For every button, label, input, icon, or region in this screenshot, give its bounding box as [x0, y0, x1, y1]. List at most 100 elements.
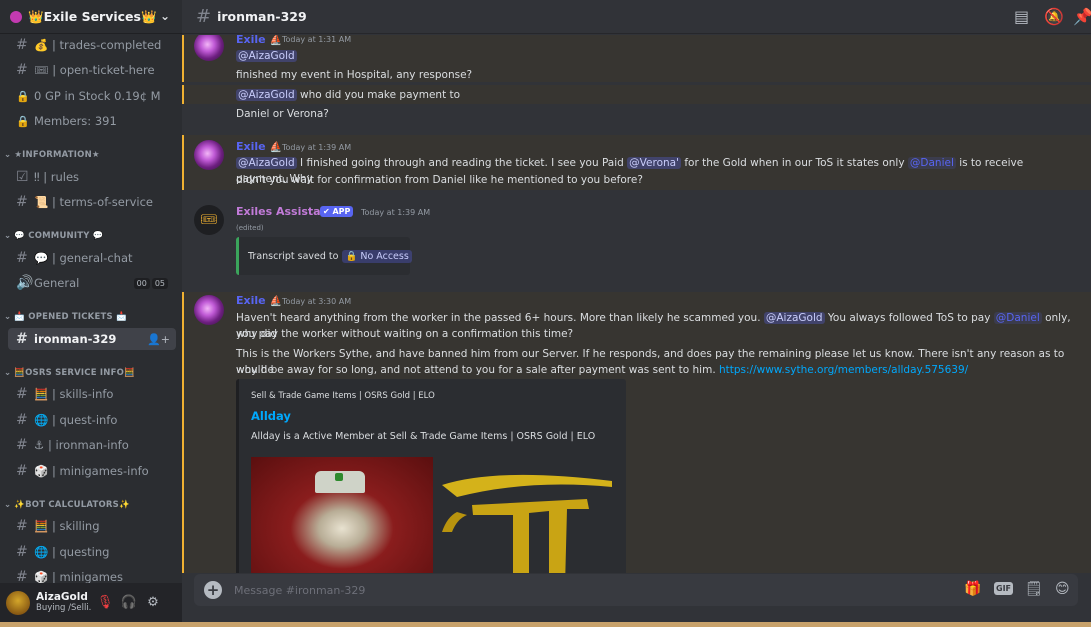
category-osrs-service-info[interactable]: ⌄ 🧮OSRS SERVICE INFO🧮	[4, 368, 135, 378]
channel-open-ticket-here[interactable]: # 🎟 | open-ticket-here	[8, 59, 176, 81]
lock-icon: 🔒	[16, 114, 30, 128]
user-mention[interactable]: @AizaGold	[236, 89, 297, 101]
caret-down-icon: ⌄	[4, 368, 12, 378]
pin-icon[interactable]: 📌	[1073, 7, 1091, 26]
message-list: Exile ⛵ Today at 1:31 AM @AizaGold finish…	[182, 35, 1091, 573]
avatar[interactable]	[194, 295, 224, 325]
channel-terms-of-service[interactable]: # 📜 | terms-of-service	[8, 191, 176, 213]
app-badge: ✔ APP	[320, 206, 354, 217]
channel-members[interactable]: 🔒 Members: 391	[8, 110, 176, 132]
taskbar-strip	[0, 622, 1091, 627]
avatar[interactable]: 🎟	[194, 205, 224, 235]
channel-skills-info[interactable]: # 🧮 | skills-info	[8, 383, 176, 405]
link-embed: Sell & Trade Game Items | OSRS Gold | EL…	[236, 379, 626, 573]
channel-sidebar: 👑Exile Services👑 ⌄ # 💰 | trades-completed…	[0, 0, 182, 622]
category-opened-tickets[interactable]: ⌄ 📩 OPENED TICKETS 📩	[4, 312, 127, 322]
embed-avatar-image[interactable]	[251, 457, 433, 573]
channel-minigames-info[interactable]: # 🎲 | minigames-info	[8, 460, 176, 482]
threads-icon[interactable]: ▤	[1014, 7, 1029, 26]
caret-down-icon: ⌄	[4, 231, 12, 241]
message-content: you pay the worker without waiting on a …	[236, 328, 574, 340]
sythe-link[interactable]: https://www.sythe.org/members/allday.575…	[719, 364, 968, 376]
speaker-icon: 🔊	[16, 275, 34, 291]
hash-icon: #	[16, 194, 28, 210]
badge-icon: ⛵	[269, 35, 283, 46]
server-header[interactable]: 👑Exile Services👑 ⌄	[0, 0, 182, 34]
message-author[interactable]: Exile ⛵	[236, 35, 282, 46]
user-mention[interactable]: @AizaGold	[236, 50, 297, 62]
hash-icon: #	[16, 518, 28, 534]
user-status: Buying /Selli...	[36, 602, 92, 613]
channel-ironman-329[interactable]: # ironman-329 👤+	[8, 328, 176, 350]
badge-icon: ⛵	[269, 296, 283, 307]
category-bot-calculators[interactable]: ⌄ ✨BOT CALCULATORS✨	[4, 500, 130, 510]
discord-window: 👑Exile Services👑 ⌄ # 💰 | trades-completed…	[0, 0, 1091, 627]
gift-icon[interactable]: 🎁	[964, 581, 981, 597]
category-community[interactable]: ⌄ 💬 COMMUNITY 💬	[4, 231, 104, 241]
hash-icon: #	[16, 386, 28, 402]
hash-icon: #	[16, 544, 28, 560]
channel-trades-completed[interactable]: # 💰 | trades-completed	[8, 34, 176, 56]
rules-icon: ☑	[16, 169, 29, 185]
message-content: @AizaGold who did you make payment to	[236, 89, 461, 101]
caret-down-icon: ⌄	[4, 312, 12, 322]
username: AizaGold	[36, 591, 88, 603]
hash-icon: #	[16, 412, 28, 428]
message-content: @AizaGold	[236, 48, 1076, 64]
gem-shape	[335, 473, 343, 481]
message-content: Daniel or Verona?	[236, 108, 329, 120]
caret-down-icon: ⌄	[4, 500, 12, 510]
message-input-placeholder[interactable]: Message #ironman-329	[234, 584, 365, 597]
badge-icon: ⛵	[269, 142, 283, 153]
voice-user-count: 00 05	[133, 277, 168, 289]
user-mention[interactable]: @Daniel	[907, 157, 956, 169]
hash-icon: #	[16, 37, 28, 53]
message-timestamp: Today at 1:39 AM	[361, 208, 431, 217]
channel-rules[interactable]: ☑ ‼ | rules	[8, 166, 176, 188]
avatar[interactable]	[6, 590, 30, 615]
user-mention[interactable]: @Verona'	[627, 157, 681, 169]
channel-skilling[interactable]: # 🧮 | skilling	[8, 515, 176, 537]
microphone-muted-icon[interactable]: 🎙	[94, 592, 116, 614]
no-access-channel-mention[interactable]: 🔒 No Access	[342, 249, 412, 263]
message-content: finished my event in Hospital, any respo…	[236, 69, 473, 81]
gear-icon[interactable]: ⚙	[142, 592, 164, 614]
lock-icon: 🔒	[16, 89, 30, 103]
headphones-icon[interactable]: 🎧	[118, 592, 140, 614]
message-author[interactable]: Exile ⛵	[236, 294, 282, 307]
server-name: 👑Exile Services👑	[28, 8, 157, 24]
user-panel: AizaGold Buying /Selli... 🎙 🎧 ⚙	[0, 583, 182, 622]
user-mention[interactable]: @AizaGold	[236, 157, 297, 169]
user-info[interactable]: AizaGold Buying /Selli...	[36, 592, 92, 614]
message-timestamp: Today at 1:31 AM	[282, 35, 352, 44]
add-member-icon[interactable]: 👤+	[147, 333, 170, 346]
user-mention[interactable]: @AizaGold	[763, 312, 825, 324]
channel-ironman-info[interactable]: # ⚓ | ironman-info	[8, 434, 176, 456]
channel-questing[interactable]: # 🌐 | questing	[8, 541, 176, 563]
category-information[interactable]: ⌄ ★INFORMATION★	[4, 150, 100, 160]
message-timestamp: Today at 1:39 AM	[282, 143, 352, 152]
embed-title-link[interactable]: Allday	[251, 409, 291, 423]
emoji-icon[interactable]: 😊	[1055, 581, 1070, 597]
embed-logo-image[interactable]	[437, 457, 617, 573]
channel-header: # ironman-329 ▤ 🔕 📌	[182, 0, 1091, 34]
message-composer[interactable]: + Message #ironman-329 🎁 GIF 🗒 😊	[194, 574, 1078, 606]
hash-icon: #	[16, 437, 28, 453]
plus-icon[interactable]: +	[204, 581, 222, 599]
gif-icon[interactable]: GIF	[994, 582, 1014, 595]
notification-muted-icon[interactable]: 🔕	[1044, 7, 1064, 26]
embed-provider: Sell & Trade Game Items | OSRS Gold | EL…	[251, 391, 435, 401]
channel-quest-info[interactable]: # 🌐 | quest-info	[8, 409, 176, 431]
hash-icon: #	[16, 463, 28, 479]
message-timestamp: Today at 3:30 AM	[282, 297, 352, 306]
hash-icon: #	[196, 6, 212, 27]
channel-gp-in-stock[interactable]: 🔒 0 GP in Stock 0.19¢ M	[8, 85, 176, 107]
avatar[interactable]	[194, 140, 224, 170]
message-author[interactable]: Exile ⛵	[236, 140, 282, 153]
channel-title: ironman-329	[217, 9, 307, 24]
voice-channel-general[interactable]: 🔊 General 00 05	[8, 272, 176, 294]
user-mention[interactable]: @Daniel	[993, 312, 1042, 324]
channel-general-chat[interactable]: # 💬 | general-chat	[8, 247, 176, 269]
sticker-icon[interactable]: 🗒	[1025, 581, 1043, 597]
chevron-down-icon[interactable]: ⌄	[160, 9, 170, 23]
